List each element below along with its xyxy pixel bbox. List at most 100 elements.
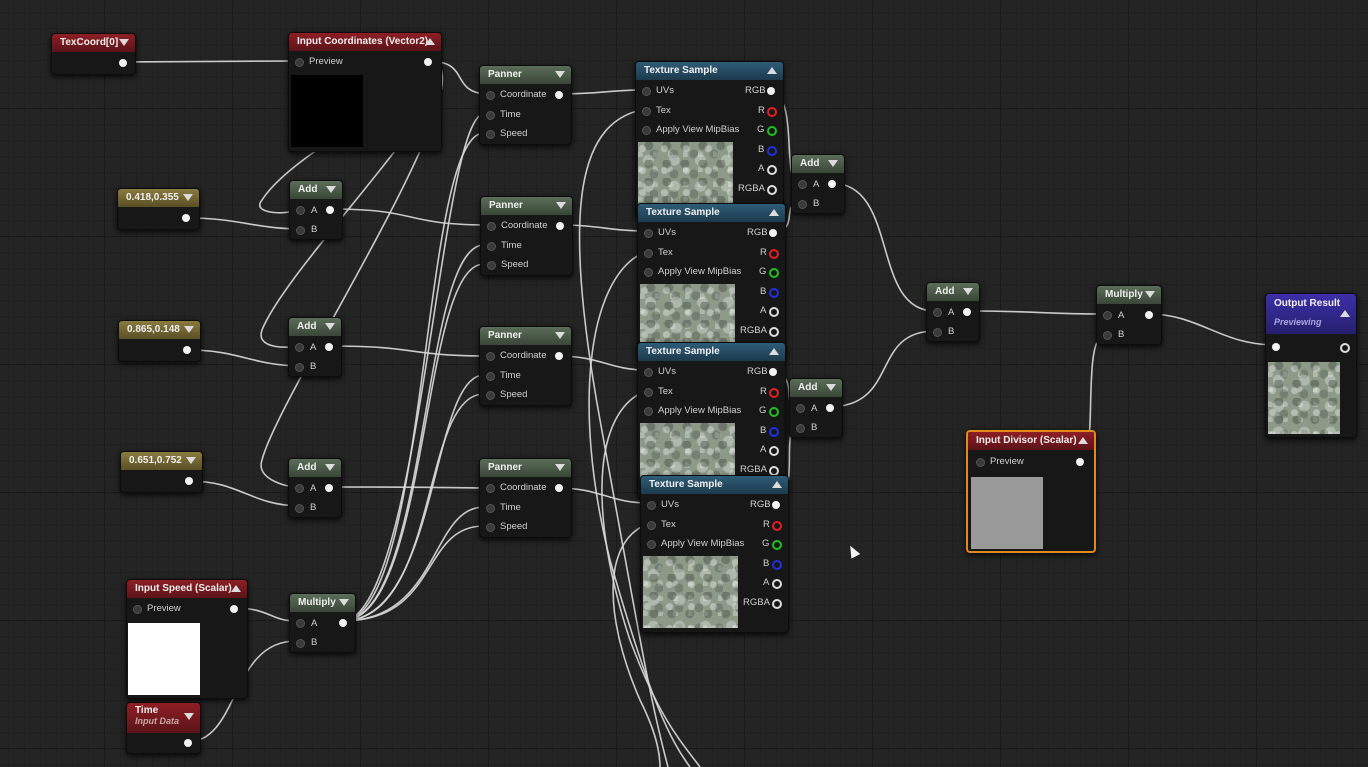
speed-input-pin[interactable] bbox=[486, 391, 495, 400]
time-input-pin[interactable] bbox=[487, 242, 496, 251]
node-header[interactable]: Panner bbox=[481, 197, 572, 215]
time-input-pin[interactable] bbox=[486, 372, 495, 381]
uvs-input-pin[interactable] bbox=[644, 229, 653, 238]
rgb-output-pin[interactable] bbox=[767, 87, 775, 95]
output-pin[interactable] bbox=[326, 206, 334, 214]
output-pin[interactable] bbox=[1340, 343, 1350, 353]
r-output-pin[interactable] bbox=[769, 388, 779, 398]
output-pin[interactable] bbox=[185, 477, 193, 485]
collapse-arrow-icon[interactable] bbox=[772, 481, 782, 488]
collapse-arrow-icon[interactable] bbox=[769, 209, 779, 216]
collapse-arrow-icon[interactable] bbox=[325, 323, 335, 330]
node-header[interactable]: Panner bbox=[480, 459, 571, 477]
collapse-arrow-icon[interactable] bbox=[556, 202, 566, 209]
preview-input-pin[interactable] bbox=[976, 458, 985, 467]
add-final-node[interactable]: Add A B bbox=[926, 282, 980, 342]
uvs-input-pin[interactable] bbox=[644, 368, 653, 377]
input-pin-a[interactable] bbox=[296, 206, 305, 215]
a-output-pin[interactable] bbox=[769, 307, 779, 317]
input-pin-b[interactable] bbox=[933, 328, 942, 337]
add-textures-node-2[interactable]: Add A B bbox=[789, 378, 843, 438]
output-pin[interactable] bbox=[424, 58, 432, 66]
rgba-output-pin[interactable] bbox=[769, 327, 779, 337]
node-header[interactable]: Add bbox=[290, 181, 342, 199]
collapse-arrow-icon[interactable] bbox=[184, 713, 194, 720]
node-header[interactable]: Add bbox=[289, 318, 341, 336]
collapse-arrow-icon[interactable] bbox=[326, 186, 336, 193]
node-header[interactable]: 0.651,0.752 bbox=[121, 452, 202, 470]
node-header[interactable]: Texture Sample bbox=[636, 62, 783, 80]
add-node-3[interactable]: Add A B bbox=[288, 458, 342, 518]
panner-node-4[interactable]: Panner Coordinate Time Speed bbox=[479, 458, 572, 538]
node-header[interactable]: Add bbox=[790, 379, 842, 397]
input-pin-b[interactable] bbox=[798, 200, 807, 209]
rgb-output-pin[interactable] bbox=[772, 501, 780, 509]
r-output-pin[interactable] bbox=[767, 107, 777, 117]
speed-input-pin[interactable] bbox=[486, 523, 495, 532]
input-coordinates-node[interactable]: Input Coordinates (Vector2) Preview bbox=[288, 32, 442, 152]
collapse-arrow-icon[interactable] bbox=[1078, 437, 1088, 444]
input-pin-a[interactable] bbox=[295, 343, 304, 352]
rgba-output-pin[interactable] bbox=[772, 599, 782, 609]
texture-sample-node-2[interactable]: Texture Sample UVs RGB Tex R Apply View … bbox=[637, 203, 786, 359]
output-pin[interactable] bbox=[183, 346, 191, 354]
coordinate-input-pin[interactable] bbox=[486, 352, 495, 361]
a-output-pin[interactable] bbox=[769, 446, 779, 456]
coordinate-input-pin[interactable] bbox=[487, 222, 496, 231]
multiply-speed-node[interactable]: Multiply A B bbox=[289, 593, 356, 653]
coordinate-input-pin[interactable] bbox=[486, 91, 495, 100]
node-header[interactable]: Output Result Previewing bbox=[1266, 294, 1356, 334]
node-header[interactable]: Texture Sample bbox=[638, 204, 785, 222]
rgb-output-pin[interactable] bbox=[769, 368, 777, 376]
node-header[interactable]: Panner bbox=[480, 327, 571, 345]
input-pin-b[interactable] bbox=[295, 363, 304, 372]
collapse-arrow-icon[interactable] bbox=[826, 384, 836, 391]
r-output-pin[interactable] bbox=[772, 521, 782, 531]
node-header[interactable]: Texture Sample bbox=[641, 476, 788, 494]
rgb-output-pin[interactable] bbox=[769, 229, 777, 237]
collapse-arrow-icon[interactable] bbox=[119, 39, 129, 46]
tex-input-pin[interactable] bbox=[644, 249, 653, 258]
collapse-arrow-icon[interactable] bbox=[963, 288, 973, 295]
time-input-pin[interactable] bbox=[486, 504, 495, 513]
collapse-arrow-icon[interactable] bbox=[1145, 291, 1155, 298]
collapse-arrow-icon[interactable] bbox=[325, 464, 335, 471]
texture-sample-node-1[interactable]: Texture Sample UVs RGB Tex R Apply View … bbox=[635, 61, 784, 217]
collapse-arrow-icon[interactable] bbox=[184, 326, 194, 333]
output-pin[interactable] bbox=[826, 404, 834, 412]
output-pin[interactable] bbox=[182, 214, 190, 222]
collapse-arrow-icon[interactable] bbox=[828, 160, 838, 167]
speed-input-pin[interactable] bbox=[487, 261, 496, 270]
g-output-pin[interactable] bbox=[767, 126, 777, 136]
b-output-pin[interactable] bbox=[769, 288, 779, 298]
collapse-arrow-icon[interactable] bbox=[555, 332, 565, 339]
input-pin-a[interactable] bbox=[798, 180, 807, 189]
g-output-pin[interactable] bbox=[769, 268, 779, 278]
node-header[interactable]: Input Coordinates (Vector2) bbox=[289, 33, 441, 51]
add-textures-node-1[interactable]: Add A B bbox=[791, 154, 845, 214]
time-node[interactable]: Time Input Data bbox=[126, 702, 201, 754]
tex-input-pin[interactable] bbox=[642, 107, 651, 116]
input-divisor-node[interactable]: Input Divisor (Scalar) Preview bbox=[966, 430, 1096, 553]
input-pin-b[interactable] bbox=[295, 504, 304, 513]
constant-node-1[interactable]: 0.418,0.355 bbox=[117, 188, 200, 230]
input-pin-b[interactable] bbox=[296, 639, 305, 648]
rgba-output-pin[interactable] bbox=[767, 185, 777, 195]
collapse-arrow-icon[interactable] bbox=[555, 71, 565, 78]
b-output-pin[interactable] bbox=[769, 427, 779, 437]
node-header[interactable]: Add bbox=[289, 459, 341, 477]
b-output-pin[interactable] bbox=[772, 560, 782, 570]
input-pin-b[interactable] bbox=[296, 226, 305, 235]
mipbias-input-pin[interactable] bbox=[647, 540, 656, 549]
uvs-input-pin[interactable] bbox=[647, 501, 656, 510]
input-pin-b[interactable] bbox=[796, 424, 805, 433]
output-pin[interactable] bbox=[325, 343, 333, 351]
output-pin[interactable] bbox=[1076, 458, 1084, 466]
constant-node-2[interactable]: 0.865,0.148 bbox=[118, 320, 201, 362]
panner-node-2[interactable]: Panner Coordinate Time Speed bbox=[480, 196, 573, 276]
node-header[interactable]: 0.865,0.148 bbox=[119, 321, 200, 339]
node-header[interactable]: Time Input Data bbox=[127, 703, 200, 733]
input-speed-node[interactable]: Input Speed (Scalar) Preview bbox=[126, 579, 248, 699]
multiply-final-node[interactable]: Multiply A B bbox=[1096, 285, 1162, 345]
time-input-pin[interactable] bbox=[486, 111, 495, 120]
